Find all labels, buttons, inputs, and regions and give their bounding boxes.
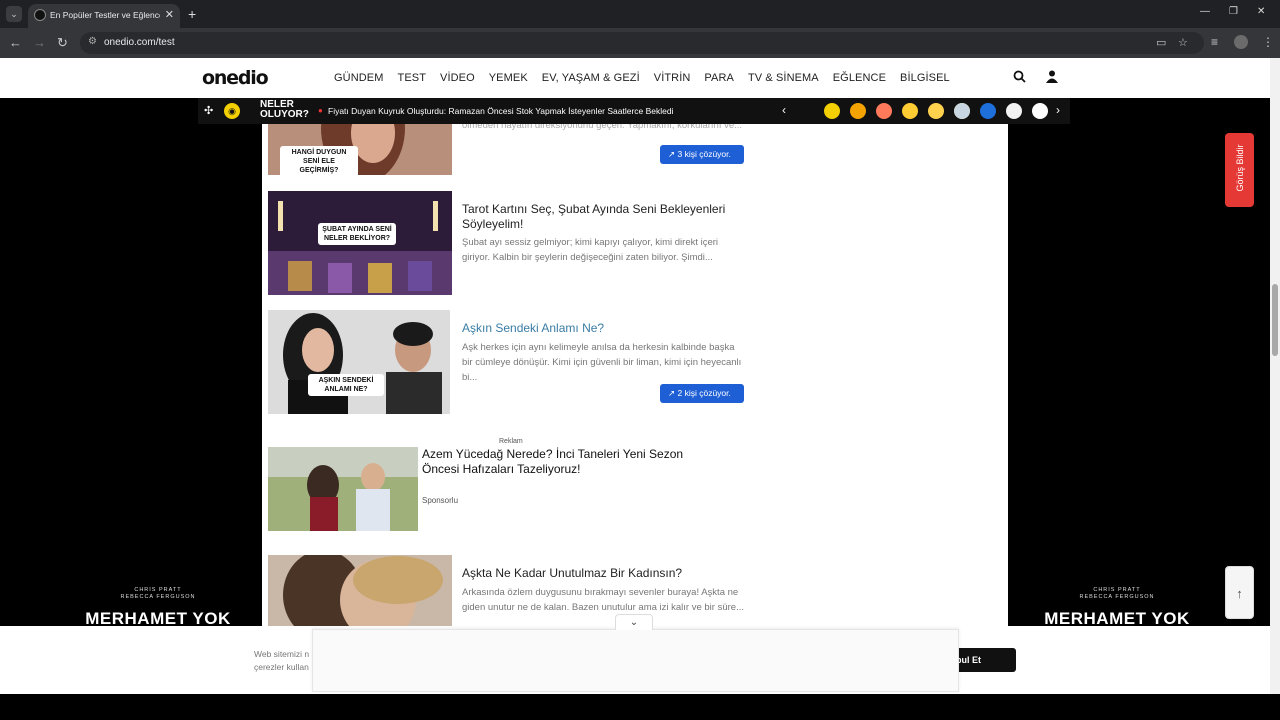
main-menu: GÜNDEM TEST VİDEO YEMEK EV, YAŞAM & GEZİ… xyxy=(334,72,964,84)
restore-icon[interactable]: ❐ xyxy=(1229,6,1238,17)
ad-title[interactable]: Azem Yücedağ Nerede? İnci Taneleri Yeni … xyxy=(422,447,722,477)
reload-icon[interactable]: ↻ xyxy=(57,35,68,51)
emoji-reaction-icon[interactable] xyxy=(876,103,892,119)
shuffle-icon[interactable]: ✣ xyxy=(204,104,213,117)
scrollbar-thumb[interactable] xyxy=(1272,284,1278,356)
menu-item-ev-yasam-gezi[interactable]: EV, YAŞAM & GEZİ xyxy=(542,72,640,84)
card-title[interactable]: Aşkta Ne Kadar Unutulmaz Bir Kadınsın? xyxy=(462,566,742,581)
emoji-reaction-icon[interactable] xyxy=(980,103,996,119)
star-icon[interactable]: ☆ xyxy=(1178,36,1188,49)
feedback-button[interactable]: Görüş Bildir xyxy=(1225,133,1254,207)
profile-icon[interactable] xyxy=(1234,35,1248,49)
menu-item-video[interactable]: VİDEO xyxy=(440,72,475,84)
browser-tab-bar: ⌄ En Popüler Testler ve Eğlenceli ✕ + — … xyxy=(0,0,1280,28)
ticker-headline[interactable]: Fiyatı Duyan Kuyruk Oluşturdu: Ramazan Ö… xyxy=(328,106,674,116)
chevron-left-icon[interactable]: ‹ xyxy=(782,103,786,117)
badge-text: 2 kişi çözüyor. xyxy=(677,388,731,398)
forward-icon[interactable]: → xyxy=(33,35,46,50)
reading-list-icon[interactable]: ≡ xyxy=(1211,35,1218,49)
card-thumbnail[interactable]: ŞUBAT AYINDA SENİ NELER BEKLİYOR? xyxy=(268,191,452,295)
ad-credit: REBECCA FERGUSON xyxy=(120,594,196,600)
emoji-reaction-icon[interactable] xyxy=(902,103,918,119)
tab-title: En Popüler Testler ve Eğlenceli xyxy=(50,10,160,20)
test-card[interactable]: AŞKIN SENDEKİ ANLAMI NE? Aşkın Sendeki A… xyxy=(268,310,746,414)
test-card[interactable]: ŞUBAT AYINDA SENİ NELER BEKLİYOR? Tarot … xyxy=(268,191,746,295)
tab-menu-icon[interactable]: ⌄ xyxy=(6,6,22,22)
sponsored-label: Sponsorlu xyxy=(422,496,459,505)
browser-toolbar: ← → ↻ ⚙ onedio.com/test ▭ ☆ ≡ ⋮ xyxy=(0,28,1280,58)
ticker-label: NELER OLUYOR? xyxy=(260,99,309,120)
emoji-reaction-icon[interactable] xyxy=(850,103,866,119)
floating-ad-slot[interactable] xyxy=(312,629,959,692)
card-overlay-text: ŞUBAT AYINDA SENİ NELER BEKLİYOR? xyxy=(318,223,396,245)
emoji-reaction-icon[interactable] xyxy=(928,103,944,119)
cookie-text: Web sitemizi n çerezler kullan xyxy=(254,649,310,672)
back-icon[interactable]: ← xyxy=(9,35,22,50)
test-card[interactable]: Aşkta Ne Kadar Unutulmaz Bir Kadınsın? A… xyxy=(268,555,746,626)
ad-label: Reklam xyxy=(499,438,523,445)
address-bar[interactable]: ⚙ onedio.com/test ▭ ☆ xyxy=(80,32,1204,54)
trend-icon: ↗ xyxy=(668,149,676,159)
ticker-logo-icon: ◉ xyxy=(224,103,240,119)
ad-credit: REBECCA FERGUSON xyxy=(1079,594,1155,600)
bottom-edge xyxy=(0,694,1280,720)
trend-icon: ↗ xyxy=(668,388,676,398)
url-text: onedio.com/test xyxy=(104,37,175,48)
site-logo[interactable]: onedio xyxy=(202,67,269,89)
menu-item-bilgisel[interactable]: BİLGİSEL xyxy=(900,72,950,84)
chevron-down-icon[interactable]: ⌄ xyxy=(615,614,653,630)
menu-item-gundem[interactable]: GÜNDEM xyxy=(334,72,384,84)
page-scrollbar[interactable] xyxy=(1270,58,1280,694)
search-icon[interactable] xyxy=(1013,70,1026,86)
cast-icon[interactable]: ▭ xyxy=(1156,36,1166,49)
favicon-icon xyxy=(34,9,46,21)
side-ad-left[interactable]: CHRIS PRATT REBECCA FERGUSON MERHAMET YO… xyxy=(58,585,258,630)
emoji-reaction-icon[interactable] xyxy=(1032,103,1048,119)
menu-item-yemek[interactable]: YEMEK xyxy=(489,72,528,84)
card-description: Arkasında özlem duygusunu bırakmayı seve… xyxy=(462,587,744,613)
menu-item-eglence[interactable]: EĞLENCE xyxy=(833,72,886,84)
close-icon[interactable]: ✕ xyxy=(165,8,174,21)
ad-credit: CHRIS PRATT xyxy=(1093,587,1141,593)
solving-count-badge: ↗ 3 kişi çözüyor. xyxy=(660,145,744,164)
menu-item-tv-sinema[interactable]: TV & SİNEMA xyxy=(748,72,819,84)
screen: ⌄ En Popüler Testler ve Eğlenceli ✕ + — … xyxy=(0,0,1280,720)
news-ticker: ✣ ◉ NELER OLUYOR? ● Fiyatı Duyan Kuyruk O… xyxy=(198,98,1070,124)
card-title[interactable]: Aşkın Sendeki Anlamı Ne? xyxy=(462,321,742,336)
emoji-reaction-icon[interactable] xyxy=(824,103,840,119)
user-icon[interactable] xyxy=(1046,70,1058,86)
card-overlay-text: HANGİ DUYGUN SENİ ELE GEÇİRMİŞ? xyxy=(280,146,358,175)
site-header: onedio GÜNDEM TEST VİDEO YEMEK EV, YAŞAM… xyxy=(0,58,1270,98)
card-thumbnail[interactable] xyxy=(268,555,452,626)
menu-item-vitrin[interactable]: VİTRİN xyxy=(654,72,691,84)
more-icon[interactable]: ⋮ xyxy=(1262,35,1274,49)
side-ad-right[interactable]: CHRIS PRATT REBECCA FERGUSON MERHAMET YO… xyxy=(1017,585,1217,630)
scroll-to-top-button[interactable]: ↑ xyxy=(1225,566,1254,619)
browser-tab[interactable]: En Popüler Testler ve Eğlenceli ✕ xyxy=(28,4,180,28)
bullet-icon: ● xyxy=(318,106,323,115)
ad-thumbnail[interactable] xyxy=(268,447,418,531)
ad-credit: CHRIS PRATT xyxy=(134,587,182,593)
badge-text: 3 kişi çözüyor. xyxy=(677,149,731,159)
solving-count-badge: ↗ 2 kişi çözüyor. xyxy=(660,384,744,403)
chevron-right-icon[interactable]: › xyxy=(1056,103,1060,117)
card-description: Şubat ayı sessiz gelmiyor; kimi kapıyı ç… xyxy=(462,237,719,263)
emoji-reaction-icon[interactable] xyxy=(954,103,970,119)
emoji-reaction-icon[interactable] xyxy=(1006,103,1022,119)
site-settings-icon[interactable]: ⚙ xyxy=(88,36,97,47)
window-close-icon[interactable]: ✕ xyxy=(1257,6,1265,17)
menu-item-para[interactable]: PARA xyxy=(704,72,734,84)
minimize-icon[interactable]: — xyxy=(1200,6,1210,17)
card-description: Aşk herkes için aynı kelimeyle anılsa da… xyxy=(462,342,742,383)
menu-item-test[interactable]: TEST xyxy=(398,72,427,84)
card-title[interactable]: Tarot Kartını Seç, Şubat Ayında Seni Bek… xyxy=(462,202,742,232)
new-tab-icon[interactable]: + xyxy=(188,6,196,22)
arrow-up-icon: ↑ xyxy=(1236,586,1243,601)
card-overlay-text: AŞKIN SENDEKİ ANLAMI NE? xyxy=(308,374,384,396)
feedback-label: Görüş Bildir xyxy=(1235,144,1245,192)
card-thumbnail[interactable]: AŞKIN SENDEKİ ANLAMI NE? xyxy=(268,310,450,414)
